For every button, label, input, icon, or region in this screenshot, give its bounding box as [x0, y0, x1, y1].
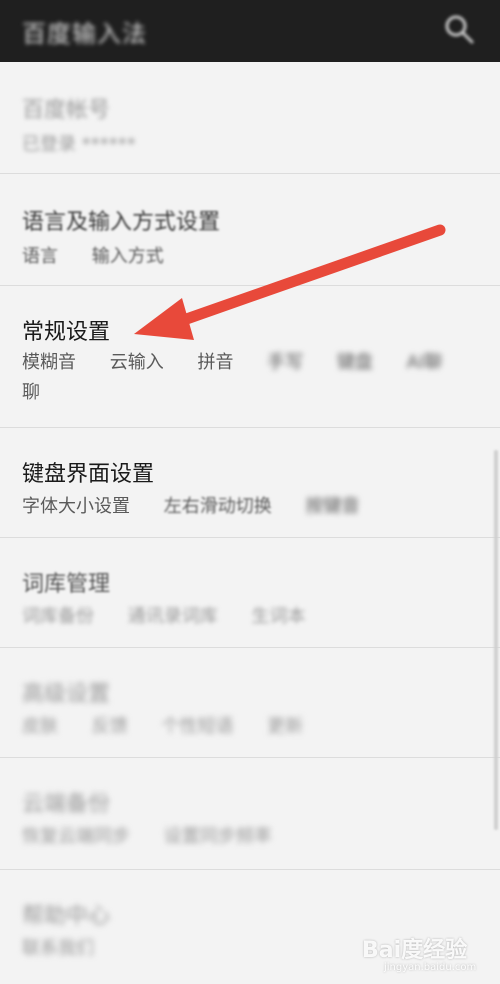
settings-item-title: 键盘界面设置 — [22, 462, 155, 487]
settings-item-subtitle: 皮肤 反馈 个性短语 更新 — [22, 712, 490, 738]
sub-option: 联系我们 — [22, 938, 94, 959]
sub-option: 输入方式 — [91, 246, 164, 267]
settings-item-account[interactable]: 百度帐号 已登录 ****** — [0, 62, 500, 174]
sub-option: 反馈 — [91, 716, 128, 737]
search-icon[interactable] — [442, 12, 476, 46]
watermark: Bai度经验 jingyan.baidu.com — [354, 924, 477, 980]
settings-item-subtitle: 词库备份 通讯录词库 生词本 — [22, 602, 490, 628]
sub-option: 聊 — [22, 382, 40, 403]
settings-item-backup[interactable]: 云端备份 恢复云端同步 设置同步频率 — [0, 758, 500, 870]
settings-item-subtitle: 已登录 ****** — [22, 130, 490, 156]
settings-item-general[interactable]: 常规设置 模糊音 云输入 拼音 手写 键盘 AI聊 聊 — [0, 286, 500, 428]
sub-option: 已登录 ****** — [22, 134, 136, 155]
sub-option: 字体大小设置 — [22, 496, 130, 517]
settings-item-subtitle: 字体大小设置 左右滑动切换 按键音 — [22, 492, 490, 518]
sub-option: 个性短语 — [161, 716, 234, 737]
settings-item-dictionary[interactable]: 词库管理 词库备份 通讯录词库 生词本 — [0, 538, 500, 648]
settings-item-advanced[interactable]: 高级设置 皮肤 反馈 个性短语 更新 — [0, 648, 500, 758]
settings-list: 百度帐号 已登录 ****** 语言及输入方式设置 语言 输入方式 常规设置 模… — [0, 62, 500, 970]
screen: 百度输入法 百度帐号 已登录 ****** 语言及输入方式设置 语言 输入方式 … — [0, 0, 500, 984]
sub-option: 设置同步频率 — [163, 826, 272, 847]
watermark-logo-text: Bai度经验 — [362, 938, 468, 963]
settings-item-title: 百度帐号 — [22, 98, 111, 123]
settings-item-subtitle: 语言 输入方式 — [22, 242, 490, 268]
sub-option: 按键音 — [305, 496, 360, 517]
settings-item-subtitle: 模糊音 云输入 拼音 手写 键盘 AI聊 — [22, 348, 490, 374]
sub-option: AI聊 — [406, 352, 443, 373]
sub-option: 手写 — [267, 352, 304, 373]
sub-option: 皮肤 — [22, 716, 58, 737]
settings-item-subtitle-wrap: 聊 — [22, 378, 490, 404]
scrollbar[interactable] — [494, 450, 498, 830]
sub-option: 拼音 — [197, 352, 234, 373]
settings-item-subtitle: 恢复云端同步 设置同步频率 — [22, 822, 490, 848]
sub-option: 词库备份 — [22, 606, 94, 627]
sub-option: 生词本 — [251, 606, 306, 627]
settings-item-title: 语言及输入方式设置 — [22, 210, 221, 235]
sub-option: 模糊音 — [22, 352, 76, 373]
settings-item-title: 常规设置 — [22, 320, 111, 345]
settings-item-language[interactable]: 语言及输入方式设置 语言 输入方式 — [0, 174, 500, 286]
settings-item-title: 云端备份 — [22, 792, 111, 817]
sub-option: 更新 — [267, 716, 304, 737]
settings-item-title: 帮助中心 — [22, 904, 111, 929]
sub-option: 通讯录词库 — [127, 606, 218, 627]
settings-item-title: 高级设置 — [22, 682, 111, 707]
app-header: 百度输入法 — [0, 0, 500, 62]
sub-option: 语言 — [22, 246, 58, 267]
sub-option: 左右滑动切换 — [163, 496, 272, 517]
sub-option: 云输入 — [109, 352, 164, 373]
settings-item-title: 词库管理 — [22, 572, 111, 597]
settings-item-keyboard[interactable]: 键盘界面设置 字体大小设置 左右滑动切换 按键音 — [0, 428, 500, 538]
app-title: 百度输入法 — [22, 20, 147, 48]
watermark-url: jingyan.baidu.com — [384, 962, 477, 973]
sub-option: 键盘 — [336, 352, 373, 373]
sub-option: 恢复云端同步 — [22, 826, 130, 847]
